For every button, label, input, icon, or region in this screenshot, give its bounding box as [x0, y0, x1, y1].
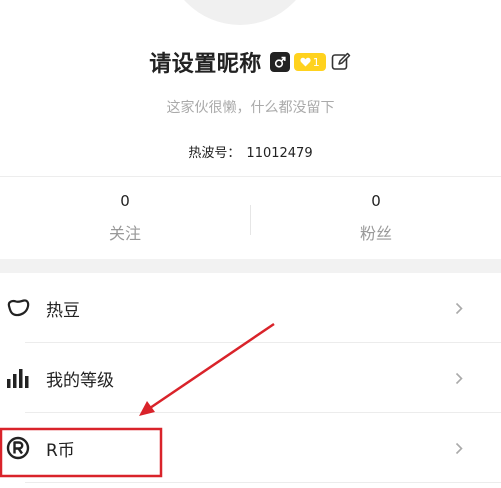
hot-id-label: 热波号：	[188, 146, 241, 161]
followers-stat[interactable]: 0 粉丝	[251, 177, 501, 257]
menu-item-hot-beans[interactable]: 热豆	[0, 273, 501, 343]
chevron-right-icon	[453, 440, 465, 456]
section-separator	[0, 259, 501, 273]
male-gender-icon	[269, 52, 290, 72]
following-stat[interactable]: 0 关注	[0, 177, 250, 257]
heart-icon	[300, 57, 311, 67]
bean-icon	[5, 295, 31, 321]
stats-bar: 0 关注 0 粉丝	[0, 177, 501, 257]
following-count: 0	[120, 192, 130, 210]
menu-label-my-level: 我的等级	[46, 370, 114, 391]
profile-page: 请设置昵称 1 这家伙很懒，什么都没留下 热波号： 11012479 0 关注 …	[0, 0, 501, 488]
r-coin-icon	[5, 435, 31, 461]
level-badge: 1	[293, 53, 326, 71]
menu-label-r-coin: R币	[46, 440, 75, 461]
followers-label: 粉丝	[359, 224, 392, 243]
menu-divider	[25, 482, 501, 483]
nickname-text[interactable]: 请设置昵称	[149, 46, 262, 78]
avatar[interactable]	[165, 0, 315, 25]
hot-id-value: 11012479	[246, 146, 313, 161]
bio-text: 这家伙很懒，什么都没留下	[166, 100, 335, 116]
chevron-right-icon	[453, 370, 465, 386]
following-label: 关注	[108, 224, 141, 243]
nickname-row: 请设置昵称 1	[0, 45, 501, 79]
chevron-right-icon	[453, 300, 465, 316]
level-value: 1	[312, 55, 320, 69]
bar-chart-icon	[5, 365, 31, 391]
edit-icon[interactable]	[330, 51, 352, 73]
menu-list: 热豆 我的等级 R币	[0, 273, 501, 483]
menu-label-hot-beans: 热豆	[46, 300, 80, 321]
menu-item-my-level[interactable]: 我的等级	[0, 343, 501, 413]
hot-id: 热波号： 11012479	[0, 142, 501, 161]
menu-item-r-coin[interactable]: R币	[0, 413, 501, 483]
followers-count: 0	[371, 192, 381, 210]
